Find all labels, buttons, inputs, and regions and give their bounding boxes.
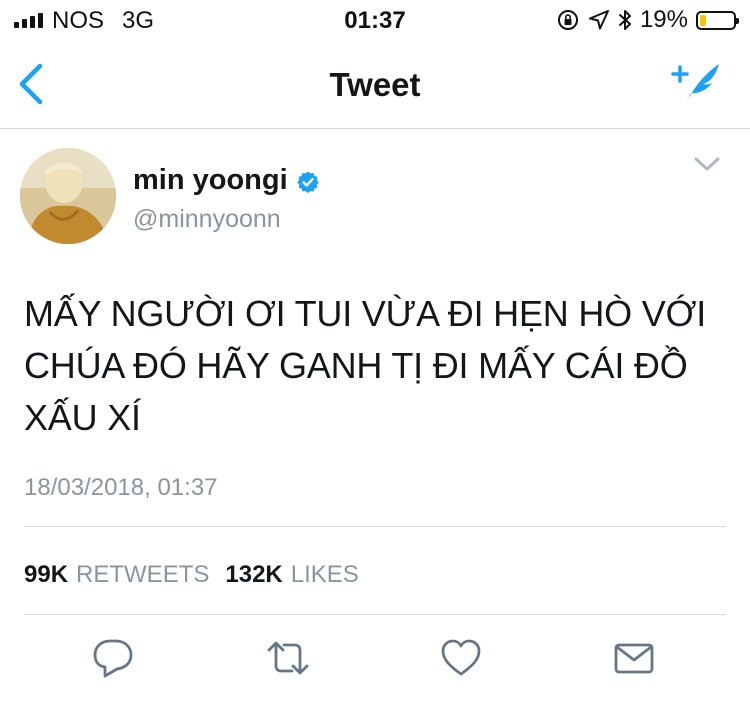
chevron-down-icon [694,157,720,171]
tweet-text: MẤY NGƯỜI ƠI TUI VỪA ĐI HẸN HÒ VỚI CHÚA … [24,293,707,438]
retweet-button[interactable] [266,636,310,680]
likes-count: 132K [225,561,283,588]
divider [24,614,726,615]
status-bar: NOS 3G 01:37 19% [0,0,750,40]
retweets-label: RETWEETS [76,561,210,588]
author-name[interactable]: min yoongi [133,164,288,197]
like-icon [441,639,481,676]
battery-percent: 19% [639,6,688,33]
likes-stat[interactable]: 132K LIKES [225,561,358,589]
reply-button[interactable] [91,636,135,680]
rotation-lock-icon [557,10,578,30]
avatar[interactable] [20,148,116,244]
navigation-bar: Tweet [0,40,750,129]
retweets-stat[interactable]: 99K RETWEETS [24,561,209,589]
reply-icon [93,639,133,678]
retweet-icon [267,641,309,675]
divider [24,526,726,527]
page-title: Tweet [329,66,421,103]
direct-message-button[interactable] [612,636,656,680]
battery-icon [696,10,739,30]
direct-message-icon [614,643,654,674]
verified-badge-icon [297,171,319,193]
tweet-actions [0,636,750,684]
retweets-count: 99K [24,561,69,588]
likes-label: LIKES [290,561,359,588]
bluetooth-icon [618,10,631,30]
status-icons: 19% [556,6,739,34]
like-button[interactable] [439,636,483,680]
battery-level-fill [700,14,706,26]
compose-tweet-icon [671,64,719,105]
location-arrow-icon [588,10,609,30]
compose-tweet-button[interactable] [670,60,722,108]
tweet-timestamp: 18/03/2018, 01:37 [24,474,218,501]
author-handle[interactable]: @minnyoonn [133,205,281,234]
tweet-stats: 99K RETWEETS 132K LIKES [24,561,359,589]
avatar-photo [20,148,116,244]
tweet-options-button[interactable] [692,152,722,176]
